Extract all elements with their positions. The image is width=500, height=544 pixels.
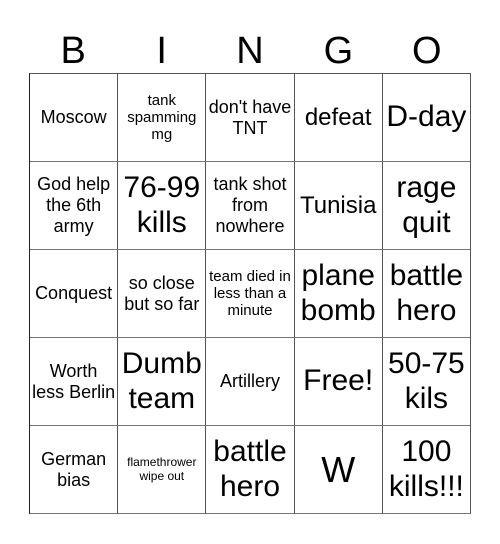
header-letter-o: O bbox=[412, 30, 442, 72]
bingo-cell[interactable]: so close but so far bbox=[118, 250, 207, 338]
bingo-cell[interactable]: Dumb team bbox=[118, 338, 207, 426]
bingo-cell[interactable]: rage quit bbox=[382, 162, 471, 250]
bingo-cell[interactable]: Moscow bbox=[30, 74, 119, 162]
bingo-cell[interactable]: 100 kills!!! bbox=[382, 426, 471, 514]
bingo-cell[interactable]: defeat bbox=[294, 74, 383, 162]
bingo-cell[interactable]: battle hero bbox=[206, 426, 295, 514]
bingo-cell[interactable]: 76-99 kills bbox=[118, 162, 207, 250]
bingo-cell[interactable]: battle hero bbox=[382, 250, 471, 338]
bingo-cell[interactable]: 50-75 kils bbox=[382, 338, 471, 426]
header-letter-g: G bbox=[323, 30, 354, 72]
header-letter-i: I bbox=[156, 30, 167, 72]
bingo-cell[interactable]: don't have TNT bbox=[206, 74, 295, 162]
bingo-cell[interactable]: Free! bbox=[294, 338, 383, 426]
bingo-cell[interactable]: W bbox=[294, 426, 383, 514]
bingo-cell[interactable]: Artillery bbox=[206, 338, 295, 426]
bingo-header: B I N G O bbox=[29, 30, 471, 72]
bingo-cell[interactable]: God help the 6th army bbox=[30, 162, 119, 250]
bingo-cell[interactable]: team died in less than a minute bbox=[206, 250, 295, 338]
bingo-cell[interactable]: Worth less Berlin bbox=[30, 338, 119, 426]
bingo-cell[interactable]: Conquest bbox=[30, 250, 119, 338]
header-letter-b: B bbox=[60, 30, 86, 72]
bingo-cell[interactable]: tank shot from nowhere bbox=[206, 162, 295, 250]
bingo-cell[interactable]: D-day bbox=[382, 74, 471, 162]
bingo-cell[interactable]: flamethrower wipe out bbox=[118, 426, 207, 514]
bingo-cell[interactable]: plane bomb bbox=[294, 250, 383, 338]
bingo-cell[interactable]: tank spamming mg bbox=[118, 74, 207, 162]
bingo-cell[interactable]: German bias bbox=[30, 426, 119, 514]
bingo-grid: Moscow tank spamming mg don't have TNT defe… bbox=[29, 73, 471, 514]
header-letter-n: N bbox=[236, 30, 264, 72]
bingo-cell[interactable]: Tunisia bbox=[294, 162, 383, 250]
